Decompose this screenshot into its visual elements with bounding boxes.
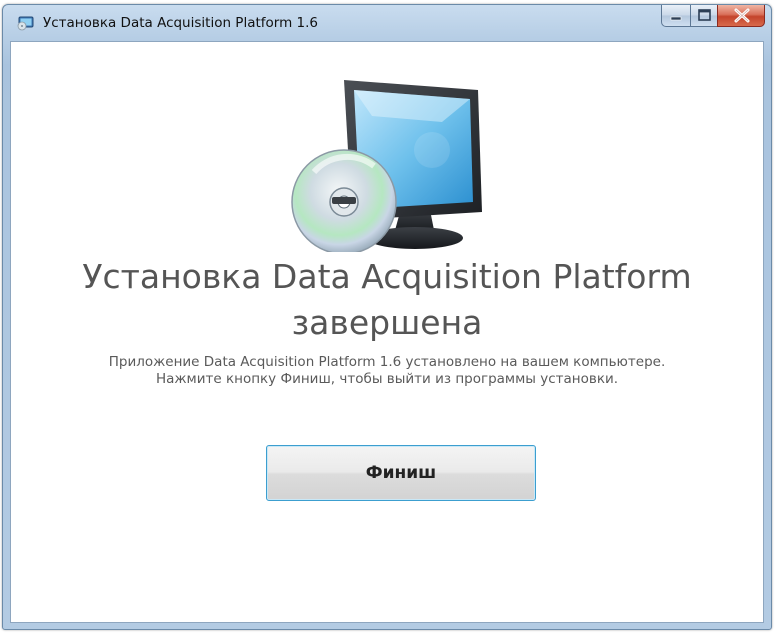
maximize-button[interactable] <box>690 5 717 27</box>
close-button[interactable] <box>717 5 765 27</box>
setup-app-icon <box>17 14 35 32</box>
monitor-cd-icon <box>282 62 488 256</box>
window-title: Установка Data Acquisition Platform 1.6 <box>43 15 318 31</box>
close-icon <box>734 8 750 23</box>
content-area: Установка Data Acquisition Platform заве… <box>10 41 764 623</box>
maximize-icon <box>698 9 711 21</box>
message-line-2: Нажмите кнопку Финиш, чтобы выйти из про… <box>155 371 619 387</box>
installer-window: Установка Data Acquisition Platform 1.6 <box>2 4 772 630</box>
finish-button[interactable]: Финиш <box>266 445 536 501</box>
completion-message: Приложение Data Acquisition Platform 1.6… <box>11 354 763 388</box>
minimize-button[interactable] <box>661 5 690 27</box>
message-line-1: Приложение Data Acquisition Platform 1.6… <box>108 354 666 370</box>
window-controls <box>661 5 765 27</box>
minimize-icon <box>670 16 682 21</box>
page-title: Установка Data Acquisition Platform заве… <box>82 257 692 342</box>
title-bar[interactable]: Установка Data Acquisition Platform 1.6 <box>3 5 771 41</box>
